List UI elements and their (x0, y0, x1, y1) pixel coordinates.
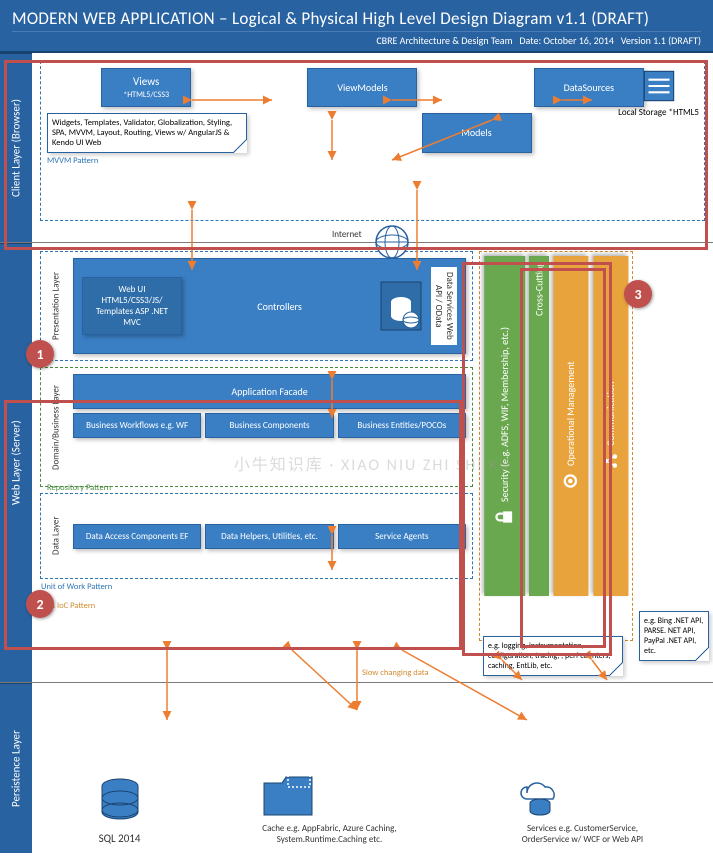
views-box: Views*HTML5/CSS3 (101, 68, 191, 107)
cache-node: Cache e.g. AppFabric, Azure Caching, Sys… (260, 769, 400, 845)
cc-title: Cross-Cutting (529, 256, 549, 596)
services-node: Services e.g. CustomerService, OrderServ… (513, 769, 653, 845)
sql-node: SQL 2014 (93, 774, 147, 845)
controllers-label: Controllers (188, 300, 371, 313)
server-db-icon (377, 278, 425, 334)
gear-icon (562, 472, 580, 490)
storage-icon (638, 65, 680, 107)
cc-security: Security (e.g. ADFS, WIF, Membership, et… (484, 256, 525, 596)
entities-box: Business Entities/POCOs (338, 413, 466, 438)
cloud-db-icon (513, 769, 567, 819)
cc-communication: Communication (593, 256, 628, 596)
client-layer-row: Client Layer (Browser) Views*HTML5/CSS3 … (0, 53, 713, 243)
components-box: Business Components (205, 413, 333, 438)
models-box: Models (422, 113, 532, 153)
client-note: Widgets, Templates, Validator, Globaliza… (47, 113, 247, 153)
persistence-layer-row: Persistence Layer SQL 2014 Cache e.g. Ap… (0, 683, 713, 853)
mvvm-pattern-label: MVVM Pattern (47, 156, 698, 166)
viewmodels-box: ViewModels (307, 68, 417, 107)
badge-3: 3 (624, 280, 652, 308)
internet-label: Internet (332, 229, 362, 240)
slow-data-label: Slow changing data (362, 668, 429, 678)
database-icon (93, 774, 147, 828)
presentation-layer: Presentation Layer Web UI HTML5/CSS3/JS/… (40, 251, 473, 361)
badge-1: 1 (26, 340, 54, 368)
di-pattern-label: DI & IoC Pattern (40, 601, 473, 611)
globe-icon (374, 224, 410, 260)
dac-box: Data Access Components EF (73, 524, 201, 549)
agents-box: Service Agents (338, 524, 466, 549)
cross-cutting: Security (e.g. ADFS, WIF, Membership, et… (479, 251, 633, 641)
badge-2: 2 (26, 590, 54, 618)
local-storage: Local Storage *HTML5 (618, 65, 699, 118)
webui-box: Web UI HTML5/CSS3/JS/ Templates ASP .NET… (82, 277, 182, 335)
web-layer-row: Web Layer (Server) 小牛知识库 · XIAO NIU ZHI … (0, 243, 713, 683)
comm-note: e.g. Bing .NET API, PARSE. NET API, PayP… (639, 611, 709, 661)
workflows-box: Business Workflows e.g. WF (73, 413, 201, 438)
dataservices-label: Data Services Web API / OData (431, 267, 457, 345)
network-icon (601, 452, 619, 470)
data-layer: Data Layer Data Access Components EF Dat… (40, 493, 473, 579)
diagram-header: MODERN WEB APPLICATION – Logical & Physi… (0, 0, 713, 53)
web-layer-tab: Web Layer (Server) (0, 243, 32, 682)
persistence-layer-tab: Persistence Layer (0, 683, 32, 853)
client-layer-tab: Client Layer (Browser) (0, 53, 32, 242)
op-note: e.g. logging, instrumentation, configura… (483, 636, 623, 676)
lock-icon (496, 508, 514, 526)
folder-icon (260, 769, 316, 819)
facade-box: Application Facade (73, 374, 466, 409)
cc-operational: Operational Management (553, 256, 588, 596)
helpers-box: Data Helpers, Utilities, etc. (205, 524, 333, 549)
uow-pattern-label: Unit of Work Pattern (41, 582, 112, 592)
repo-pattern-label: Repository Pattern (47, 483, 466, 493)
diagram-subtitle: CBRE Architecture & Design Team Date: Oc… (12, 31, 701, 47)
diagram-title: MODERN WEB APPLICATION – Logical & Physi… (12, 8, 701, 29)
domain-layer: Domain/Business Layer Application Facade… (40, 367, 473, 487)
diagram-body: Client Layer (Browser) Views*HTML5/CSS3 … (0, 53, 713, 853)
